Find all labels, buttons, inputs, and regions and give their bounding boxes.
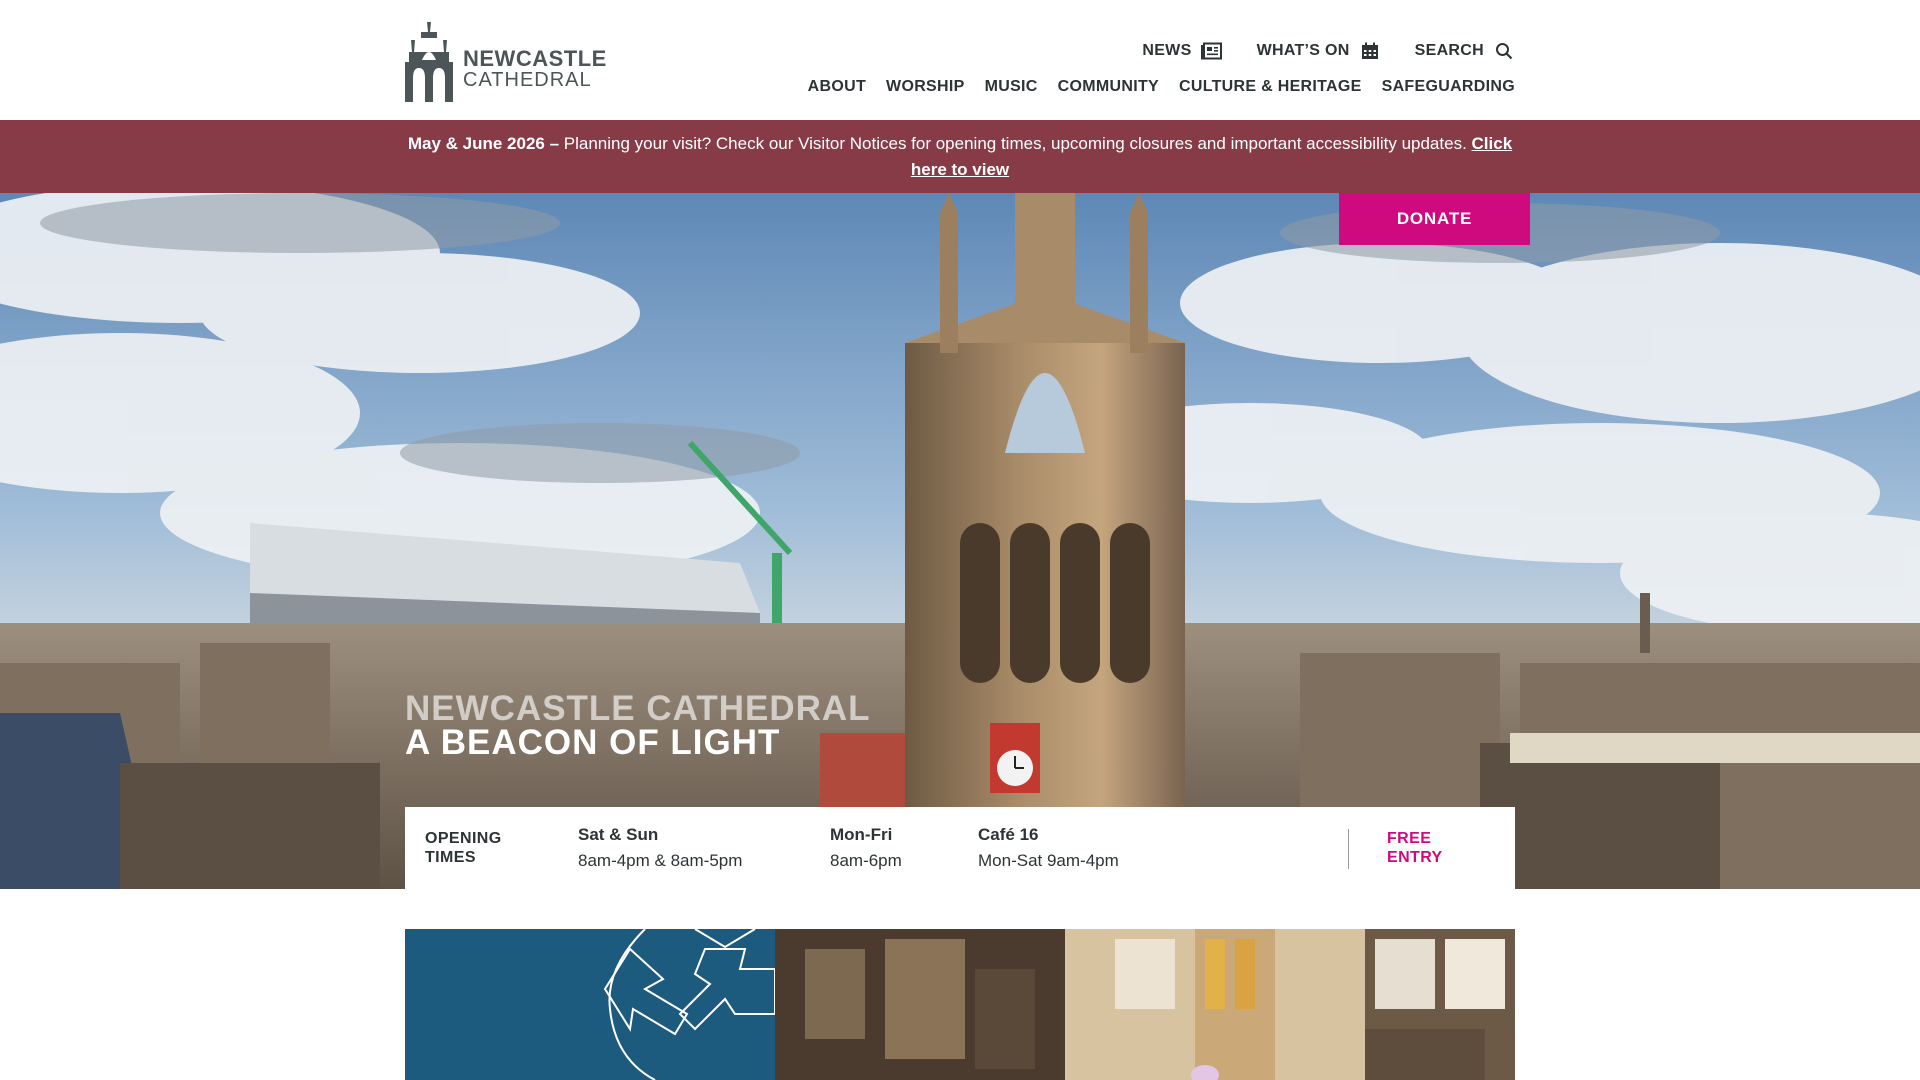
opening-times-entry: Mon-Fri 8am-6pm [830, 824, 902, 872]
notice-message: Planning your visit? Check our Visitor N… [559, 133, 1472, 153]
site-logo[interactable]: NEWCASTLE CATHEDRAL [405, 22, 610, 102]
hero-banner [0, 193, 1920, 889]
nav-item-worship[interactable]: WORSHIP [886, 78, 965, 96]
site-header: NEWCASTLE CATHEDRAL NEWS WHAT’S ON SEARC… [0, 0, 1920, 120]
decorative-cross-emblem-icon [603, 929, 775, 1080]
opening-times-entry: Café 16 Mon-Sat 9am-4pm [978, 824, 1119, 872]
cathedral-skyline-image [0, 193, 1920, 889]
opening-times-entry: Sat & Sun 8am-4pm & 8am-5pm [578, 824, 742, 872]
visitor-notice-banner: May & June 2026 – Planning your visit? C… [0, 120, 1920, 193]
opening-day: Café 16 [978, 825, 1039, 844]
newspaper-icon [1200, 42, 1222, 60]
opening-times-label-line-1: OPENING [425, 830, 502, 847]
search-icon [1496, 43, 1513, 60]
hero-title-line-1: NEWCASTLE CATHEDRAL [405, 689, 871, 728]
news-label: NEWS [1142, 42, 1192, 59]
logo-line-1: NEWCASTLE [463, 46, 607, 71]
nav-item-culture-heritage[interactable]: CULTURE & HERITAGE [1179, 78, 1362, 96]
opening-day: Mon-Fri [830, 825, 893, 844]
opening-hours: 8am-6pm [830, 851, 902, 870]
nav-item-about[interactable]: ABOUT [808, 78, 866, 96]
nav-item-music[interactable]: MUSIC [985, 78, 1038, 96]
donate-button[interactable]: DONATE [1339, 193, 1530, 245]
free-entry-label: FREE ENTRY [1387, 829, 1443, 867]
opening-times-label-line-2: TIMES [425, 849, 476, 866]
opening-times-label: OPENING TIMES [425, 829, 502, 867]
hero-title: NEWCASTLE CATHEDRAL A BEACON OF LIGHT [405, 689, 871, 762]
nav-item-safeguarding[interactable]: SAFEGUARDING [1382, 78, 1515, 96]
feature-panel-blue[interactable] [405, 929, 775, 1080]
search-label: SEARCH [1414, 42, 1484, 59]
news-link[interactable]: NEWS [1142, 42, 1222, 60]
notice-text: May & June 2026 – Planning your visit? C… [405, 131, 1515, 183]
opening-times-bar: OPENING TIMES Sat & Sun 8am-4pm & 8am-5p… [405, 807, 1515, 889]
search-link[interactable]: SEARCH [1415, 42, 1515, 60]
cathedral-logo-icon [405, 22, 453, 102]
hero-title-line-2: A BEACON OF LIGHT [405, 723, 781, 762]
main-nav: ABOUT WORSHIP MUSIC COMMUNITY CULTURE & … [808, 78, 1515, 96]
nav-item-community[interactable]: COMMUNITY [1058, 78, 1159, 96]
opening-hours: 8am-4pm & 8am-5pm [578, 851, 743, 870]
cathedral-interior-photo [775, 929, 1515, 1080]
whats-on-link[interactable]: WHAT’S ON [1257, 42, 1381, 60]
logo-line-2: CATHEDRAL [463, 69, 592, 91]
whats-on-label: WHAT’S ON [1256, 42, 1350, 59]
utility-nav: NEWS WHAT’S ON SEARCH [1142, 42, 1515, 60]
opening-hours: Mon-Sat 9am-4pm [978, 851, 1119, 870]
calendar-icon [1361, 42, 1378, 59]
logo-text: NEWCASTLE CATHEDRAL [463, 46, 607, 91]
feature-row [405, 929, 1515, 1080]
cathedral-interior-image[interactable] [775, 929, 1515, 1080]
notice-date: May & June 2026 – [407, 133, 560, 153]
divider [1348, 829, 1349, 869]
free-entry-line-2: ENTRY [1387, 849, 1443, 866]
free-entry-line-1: FREE [1387, 830, 1432, 847]
opening-day: Sat & Sun [578, 825, 659, 844]
